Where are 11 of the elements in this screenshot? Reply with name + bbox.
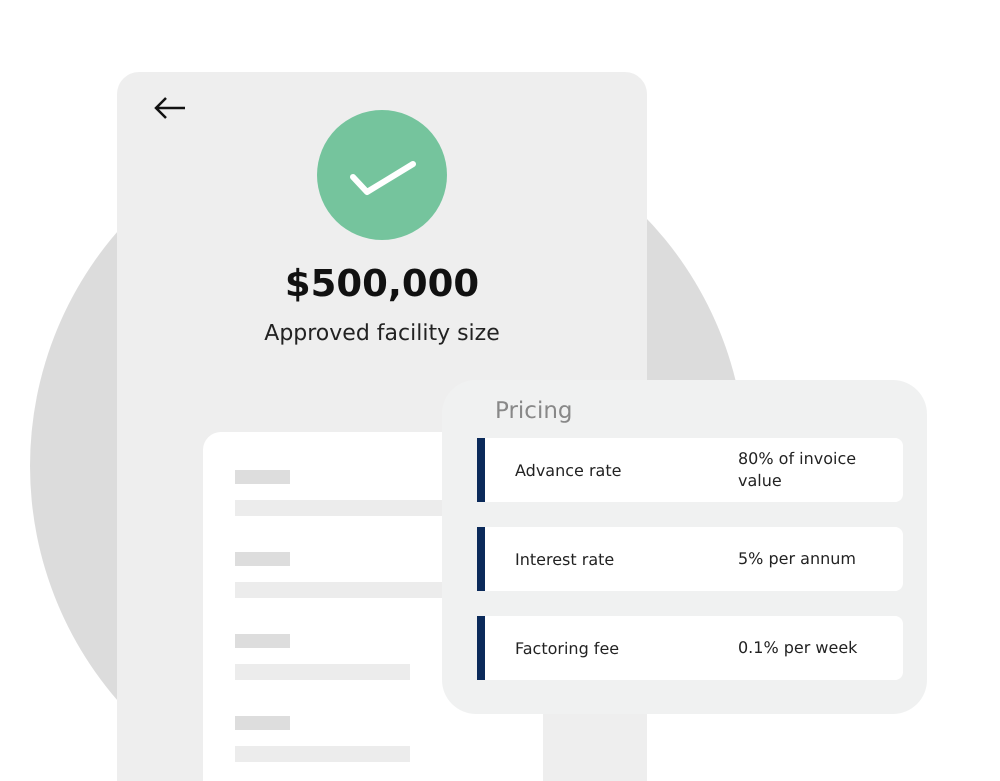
back-arrow-icon[interactable] xyxy=(153,96,187,120)
pricing-label: Advance rate xyxy=(515,460,622,480)
facility-caption: Approved facility size xyxy=(264,321,500,346)
pricing-label: Interest rate xyxy=(515,550,616,568)
pricing-label: Factoring fee xyxy=(515,638,620,658)
pricing-title: Pricing xyxy=(494,398,574,424)
pricing-value: 0.1% per week xyxy=(738,637,858,659)
check-icon xyxy=(317,110,447,240)
facility-amount: $500,000 xyxy=(284,262,480,305)
pricing-value: 80% of invoice value xyxy=(738,448,858,492)
pricing-value: 5% per annum xyxy=(738,548,857,570)
